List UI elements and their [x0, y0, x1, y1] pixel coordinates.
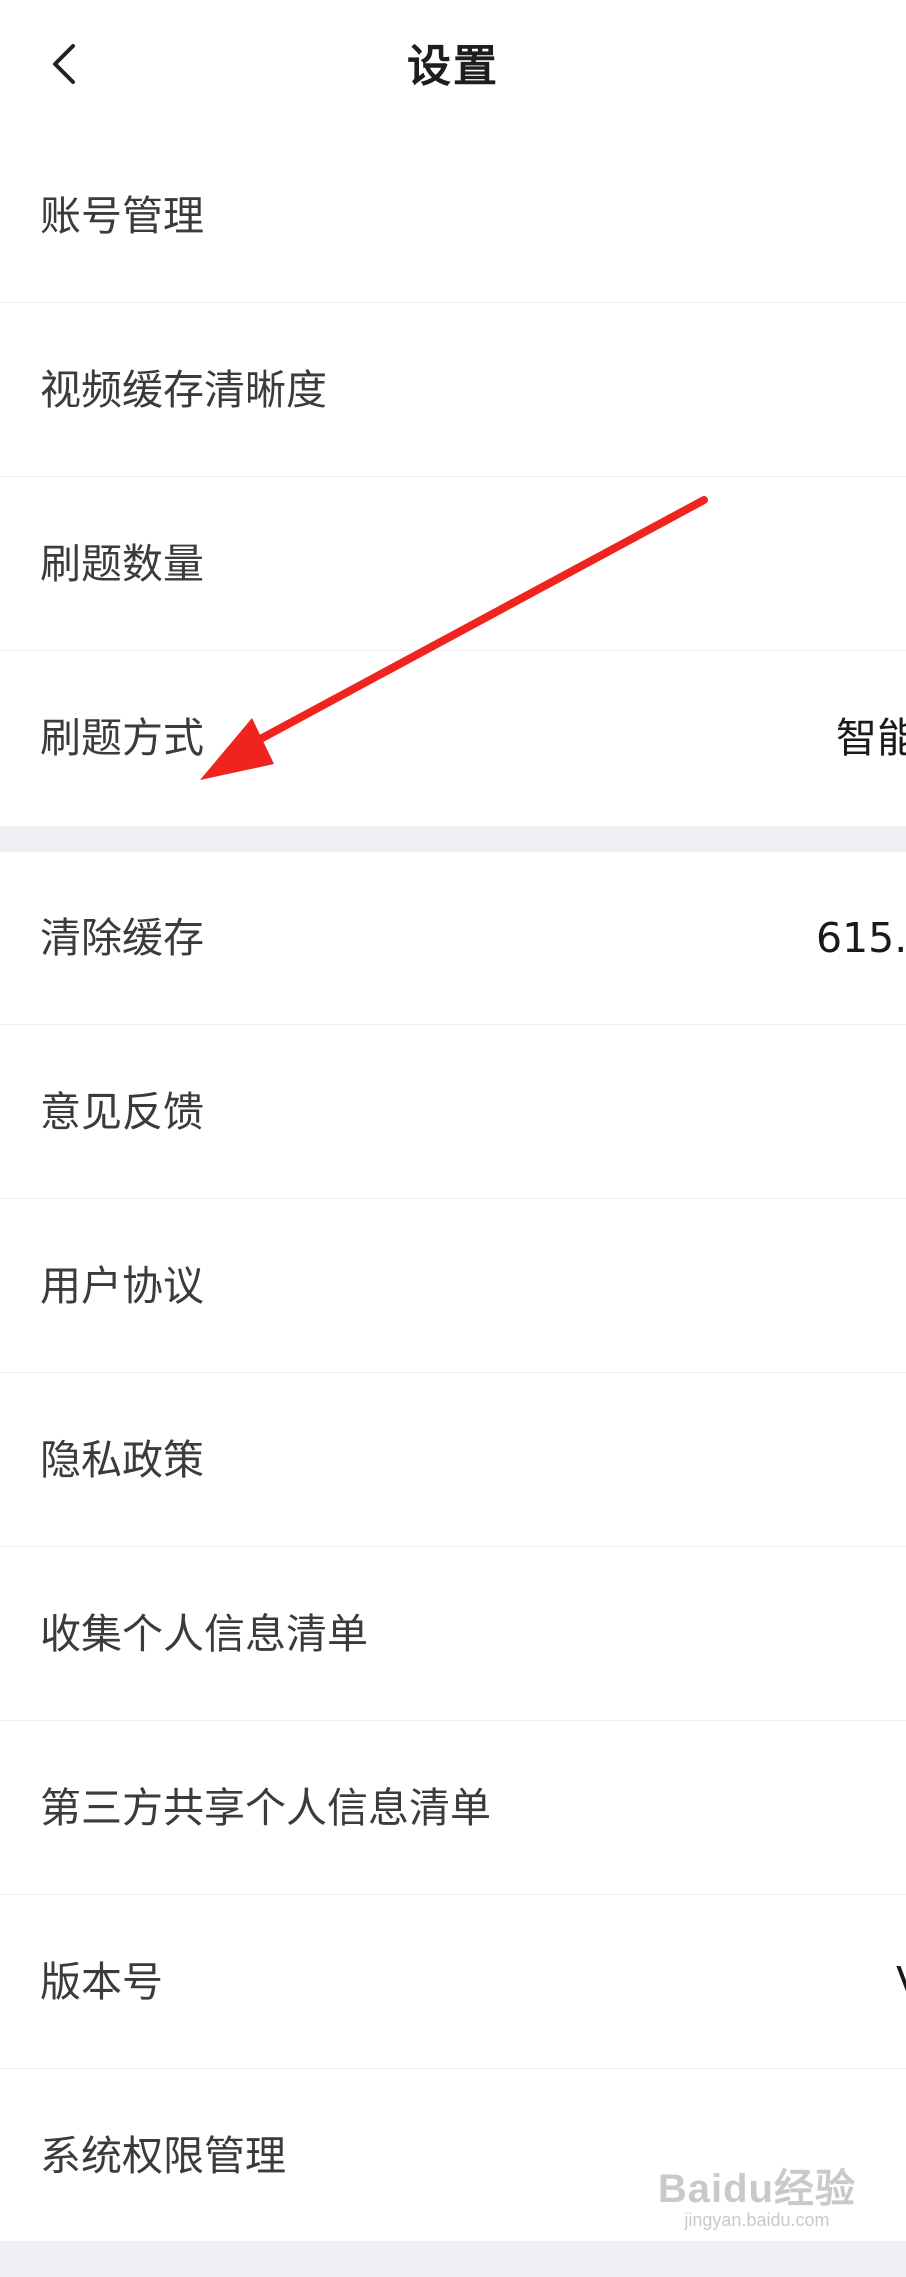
watermark-url: jingyan.baidu.com [684, 2210, 830, 2230]
watermark-logo: Baidu经验 [657, 2167, 856, 2211]
watermark: Baidu经验 jingyan.baidu.com [658, 2156, 856, 2231]
annotation-arrow-icon [200, 496, 708, 780]
